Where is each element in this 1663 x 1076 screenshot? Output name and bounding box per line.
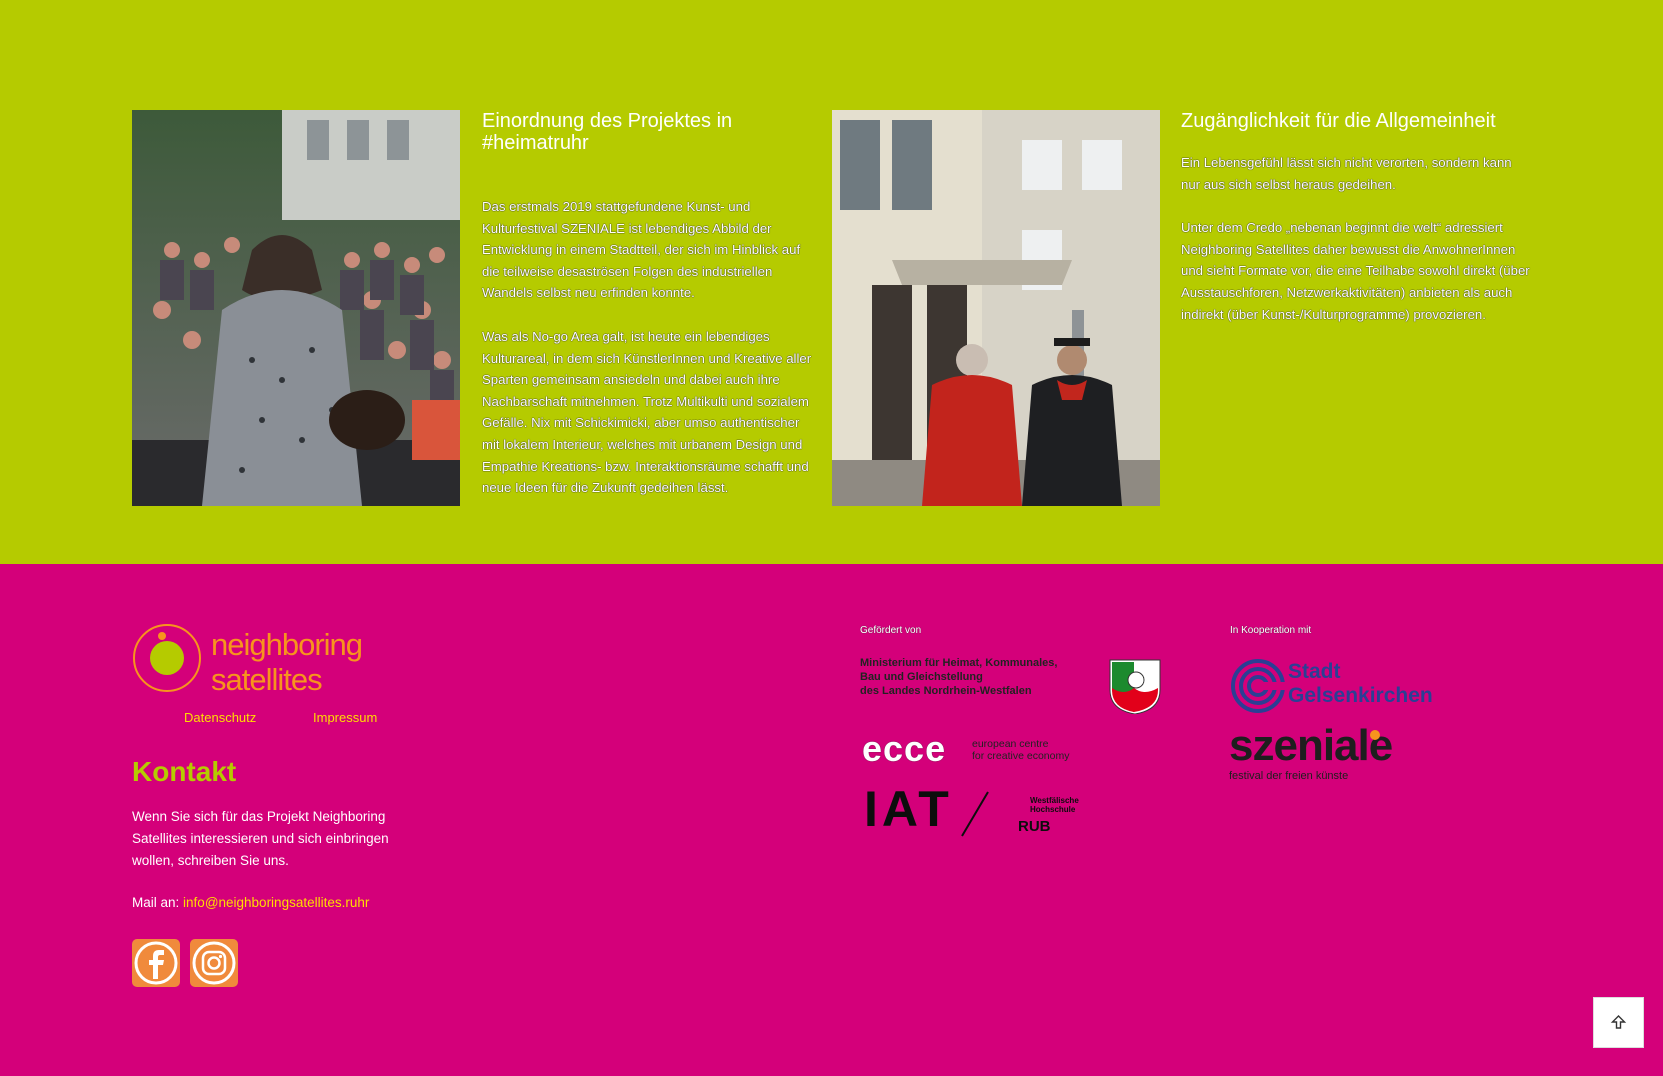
cooperation-label: In Kooperation mit — [1230, 625, 1312, 636]
ecce-tagline: european centre for creative economy — [972, 738, 1069, 762]
logo-line1: neighboring — [211, 627, 362, 662]
whs-line2: Hochschule — [1030, 805, 1076, 814]
impressum-link[interactable]: Impressum — [313, 710, 377, 725]
kontakt-text: Wenn Sie sich für das Projekt Neighborin… — [132, 809, 389, 868]
concert-photo — [132, 110, 460, 506]
street-photo — [832, 110, 1160, 506]
ministry-line3: des Landes Nordrhein-Westfalen — [860, 685, 1032, 697]
project-context-column: Einordnung des Projektes in #heimatruhr … — [482, 110, 812, 499]
instagram-button[interactable] — [190, 939, 238, 987]
nrw-coat-of-arms-icon — [1108, 658, 1162, 719]
facebook-button[interactable] — [132, 939, 180, 987]
gelsenkirchen-text: Stadt Gelsenkirchen — [1288, 660, 1433, 708]
gelsenkirchen-line1: Stadt — [1288, 660, 1341, 683]
ministry-line2: Bau und Gleichstellung — [860, 671, 983, 683]
facebook-icon — [134, 941, 178, 985]
accessibility-heading: Zugänglichkeit für die Allgemeinheit — [1181, 110, 1496, 132]
accessibility-paragraph: Ein Lebensgefühl lässt sich nicht verort… — [1181, 155, 1512, 192]
gelsenkirchen-rings-icon — [1231, 659, 1286, 713]
logo-line2: satellites — [211, 662, 322, 696]
arrow-up-icon — [1610, 1015, 1627, 1029]
ministry-logo: Ministerium für Heimat, Kommunales, Bau … — [860, 656, 1057, 698]
project-context-paragraph: Das erstmals 2019 stattgefundene Kunst- … — [482, 199, 801, 301]
rub-logo: RUB — [1018, 818, 1051, 835]
instagram-icon — [192, 941, 236, 985]
szeniale-dot-icon — [1370, 730, 1380, 740]
kontakt-heading: Kontakt — [132, 756, 237, 787]
email-link[interactable]: info@neighboringsatellites.ruhr — [183, 895, 369, 910]
szeniale-logo: szeniale festival der freien künste — [1229, 721, 1393, 783]
iat-logo: IAT — [864, 784, 953, 834]
gelsenkirchen-line2: Gelsenkirchen — [1288, 684, 1433, 707]
whs-logo: Westfälische Hochschule — [1030, 796, 1079, 814]
accessibility-column: Zugänglichkeit für die Allgemeinheit Ein… — [1181, 110, 1531, 325]
whs-line1: Westfälische — [1030, 796, 1079, 805]
project-context-heading: Einordnung des Projektes in #heimatruhr — [482, 110, 733, 154]
neighboring-satellites-logo[interactable]: neighboring satellites — [132, 622, 392, 701]
mail-line: Mail an: info@neighboringsatellites.ruhr — [132, 895, 369, 910]
datenschutz-link[interactable]: Datenschutz — [184, 710, 256, 725]
ministry-line1: Ministerium für Heimat, Kommunales, — [860, 657, 1058, 669]
project-context-paragraph: Was als No-go Area galt, ist heute ein l… — [482, 328, 812, 496]
back-to-top-button[interactable] — [1593, 997, 1644, 1048]
ecce-line2: for creative economy — [972, 750, 1070, 762]
ecce-wordmark: ecce — [862, 728, 947, 769]
mail-label: Mail an: — [132, 895, 180, 910]
divider-slash — [961, 791, 989, 837]
gelsenkirchen-logo — [1230, 658, 1286, 719]
accessibility-paragraph: Unter dem Credo „nebenan beginnt die wel… — [1181, 220, 1530, 322]
ecce-logo: ecce — [862, 728, 946, 770]
funded-by-label: Gefördert von — [860, 625, 922, 636]
szeniale-wordmark: szeniale — [1229, 721, 1393, 770]
szeniale-tagline: festival der freien künste — [1229, 770, 1349, 782]
iat-wordmark: IAT — [864, 781, 953, 837]
projects-section: Einordnung des Projektes in #heimatruhr … — [0, 0, 1663, 564]
ecce-line1: european centre — [972, 738, 1049, 750]
